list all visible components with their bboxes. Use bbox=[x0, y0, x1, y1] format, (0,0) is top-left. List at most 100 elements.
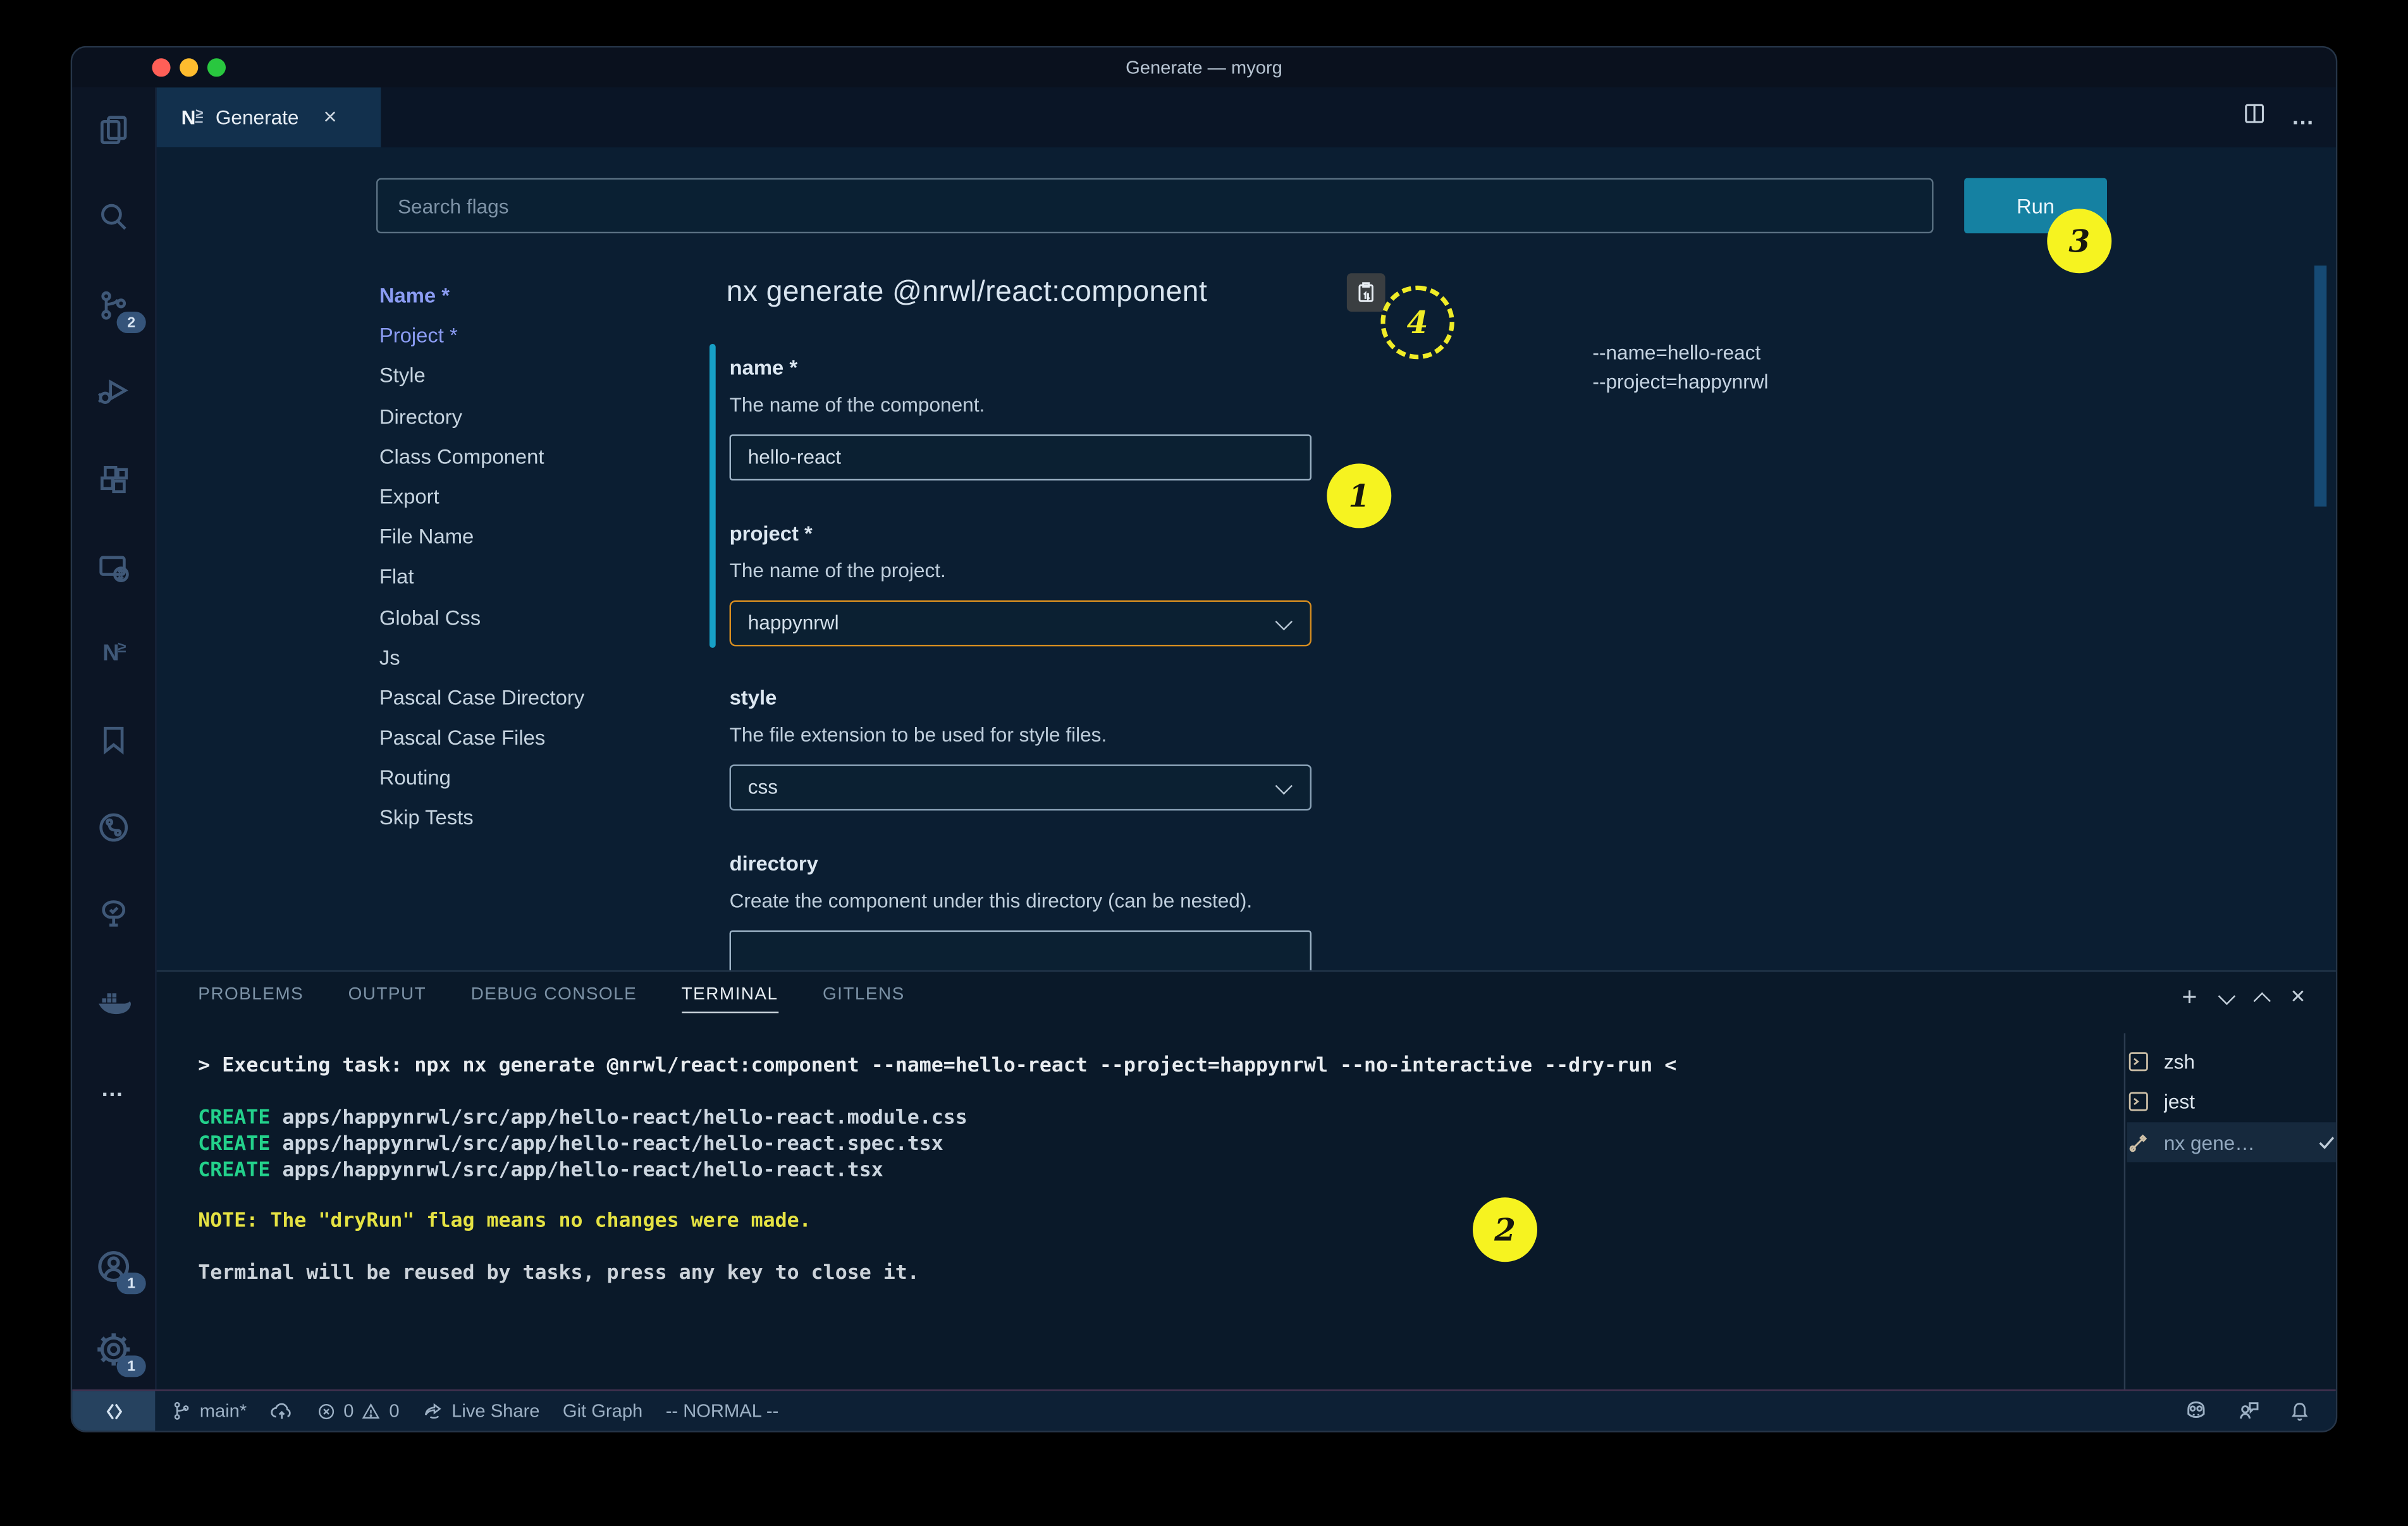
feedback-icon[interactable] bbox=[2236, 1398, 2261, 1423]
nav-item-project[interactable]: Project * bbox=[379, 317, 584, 357]
tab-terminal[interactable]: TERMINAL bbox=[682, 986, 778, 1013]
problems-status[interactable]: 0 0 bbox=[316, 1400, 400, 1422]
nav-item-file-name[interactable]: File Name bbox=[379, 518, 584, 558]
terminal-create-line: CREATE apps/happynrwl/src/app/hello-reac… bbox=[198, 1133, 943, 1156]
sync-status[interactable] bbox=[270, 1400, 293, 1422]
nav-item-pascal-case-directory[interactable]: Pascal Case Directory bbox=[379, 678, 584, 719]
more-views-icon[interactable]: … bbox=[92, 1067, 135, 1110]
flag-project: --project=happynrwl bbox=[1592, 367, 1768, 396]
warning-count: 0 bbox=[389, 1400, 399, 1422]
git-graph-icon[interactable] bbox=[92, 806, 135, 849]
bell-icon[interactable] bbox=[2288, 1400, 2311, 1422]
nav-item-routing[interactable]: Routing bbox=[379, 759, 584, 799]
remote-indicator[interactable] bbox=[72, 1391, 155, 1431]
tab-label: Generate bbox=[216, 106, 299, 129]
terminal-reuse-line: Terminal will be reused by tasks, press … bbox=[198, 1262, 919, 1285]
create-path bbox=[270, 1159, 282, 1182]
nx-tab-icon: N≥ bbox=[181, 106, 204, 129]
settings-gear-icon[interactable]: 1 bbox=[92, 1328, 135, 1371]
live-share-status[interactable]: Live Share bbox=[422, 1400, 539, 1422]
annotation-circle-1: 1 bbox=[1327, 463, 1391, 528]
more-actions-icon[interactable]: … bbox=[2291, 104, 2317, 130]
nav-item-style[interactable]: Style bbox=[379, 357, 584, 397]
search-icon[interactable] bbox=[92, 195, 135, 238]
tab-debug-console[interactable]: DEBUG CONSOLE bbox=[471, 986, 637, 1013]
branch-status[interactable]: main* bbox=[171, 1400, 247, 1422]
name-description: The name of the component. bbox=[730, 393, 985, 416]
terminal-list-item-zsh[interactable]: zsh bbox=[2127, 1042, 2338, 1081]
nav-item-name[interactable]: Name * bbox=[379, 276, 584, 317]
terminal-item-label: nx gene… bbox=[2164, 1131, 2302, 1154]
terminal-dropdown-icon[interactable] bbox=[2218, 987, 2235, 1004]
remote-explorer-icon[interactable] bbox=[92, 547, 135, 590]
active-field-indicator bbox=[710, 344, 716, 648]
git-graph-label: Git Graph bbox=[563, 1400, 642, 1422]
nav-item-directory[interactable]: Directory bbox=[379, 397, 584, 437]
project-select[interactable]: happynrwl bbox=[730, 601, 1312, 647]
vscode-window: Generate — myorg 2 N≥ bbox=[71, 46, 2338, 1432]
create-action: CREATE bbox=[198, 1133, 270, 1156]
terminal-list-item-nx-generate[interactable]: nx gene… bbox=[2127, 1122, 2338, 1162]
nx-console-icon[interactable]: N≥ bbox=[92, 631, 135, 674]
new-terminal-icon[interactable]: + bbox=[2182, 982, 2197, 1013]
accounts-badge: 1 bbox=[117, 1273, 146, 1294]
nav-item-flat[interactable]: Flat bbox=[379, 558, 584, 598]
editor-actions: … bbox=[2242, 87, 2318, 147]
create-action: CREATE bbox=[198, 1159, 270, 1182]
copy-command-button[interactable] bbox=[1347, 273, 1385, 312]
terminal-output: > Executing task: npx nx generate @nrwl/… bbox=[198, 972, 294, 1156]
nav-item-js[interactable]: Js bbox=[379, 638, 584, 679]
terminal-icon bbox=[2127, 1090, 2150, 1113]
project-description: The name of the project. bbox=[730, 559, 946, 582]
terminal-executing-line: > Executing task: npx nx generate @nrwl/… bbox=[198, 1054, 1676, 1077]
maximize-panel-icon[interactable] bbox=[2253, 992, 2270, 1010]
chevron-down-icon bbox=[1275, 778, 1293, 795]
name-label: name * bbox=[730, 356, 798, 379]
copilot-icon[interactable] bbox=[2184, 1398, 2208, 1423]
tab-output[interactable]: OUTPUT bbox=[348, 986, 427, 1013]
terminal-icon bbox=[2127, 1050, 2150, 1073]
tab-close-icon[interactable]: × bbox=[323, 104, 336, 130]
close-panel-icon[interactable]: × bbox=[2291, 984, 2306, 1012]
nav-item-class-component[interactable]: Class Component bbox=[379, 437, 584, 478]
panel-actions: + × bbox=[2182, 982, 2305, 1013]
terminal-item-label: zsh bbox=[2164, 1050, 2337, 1073]
create-path: apps/happynrwl/src/app/hello-react/hello… bbox=[282, 1107, 967, 1130]
terminal-note-line: NOTE: The "dryRun" flag means no changes… bbox=[198, 1210, 811, 1233]
docker-icon[interactable] bbox=[92, 981, 135, 1024]
branch-icon bbox=[171, 1400, 192, 1422]
bottom-panel: PROBLEMS OUTPUT DEBUG CONSOLE TERMINAL G… bbox=[157, 970, 2338, 1393]
split-editor-icon[interactable] bbox=[2242, 101, 2267, 133]
nav-item-pascal-case-files[interactable]: Pascal Case Files bbox=[379, 719, 584, 759]
tab-gitlens[interactable]: GITLENS bbox=[823, 986, 905, 1013]
directory-input[interactable] bbox=[730, 931, 1312, 970]
explorer-icon[interactable] bbox=[92, 107, 135, 150]
test-tree-icon[interactable] bbox=[92, 892, 135, 935]
git-graph-status[interactable]: Git Graph bbox=[563, 1400, 642, 1422]
run-debug-icon[interactable] bbox=[92, 370, 135, 413]
accounts-icon[interactable]: 1 bbox=[92, 1245, 135, 1288]
terminal-sidebar-divider[interactable] bbox=[2124, 1033, 2125, 1392]
bookmarks-icon[interactable] bbox=[92, 719, 135, 762]
nav-item-global-css[interactable]: Global Css bbox=[379, 598, 584, 638]
editor-scrollbar[interactable] bbox=[2314, 266, 2326, 506]
nav-item-export[interactable]: Export bbox=[379, 477, 584, 518]
name-input[interactable]: hello-react bbox=[730, 434, 1312, 480]
search-input[interactable] bbox=[376, 178, 1934, 233]
source-control-badge: 2 bbox=[117, 312, 146, 333]
nav-item-skip-tests[interactable]: Skip Tests bbox=[379, 799, 584, 839]
project-label: project * bbox=[730, 522, 813, 545]
panel-tabs: PROBLEMS OUTPUT DEBUG CONSOLE TERMINAL G… bbox=[198, 986, 904, 1013]
activity-bar: 2 N≥ … 1 bbox=[72, 87, 157, 1392]
source-control-icon[interactable]: 2 bbox=[92, 284, 135, 327]
tab-generate[interactable]: N≥ Generate × bbox=[157, 87, 381, 147]
status-bar: main* 0 0 Live Share Git Graph -- NORMAL… bbox=[72, 1389, 2336, 1431]
vim-mode-label: -- NORMAL -- bbox=[666, 1400, 779, 1422]
terminal-create-line: CREATE apps/happynrwl/src/app/hello-reac… bbox=[198, 1107, 968, 1130]
extensions-icon[interactable] bbox=[92, 458, 135, 501]
form-nav: Name * Project * Style Directory Class C… bbox=[379, 276, 584, 839]
warning-icon bbox=[362, 1401, 382, 1421]
style-select[interactable]: css bbox=[730, 764, 1312, 810]
terminal-list-item-jest[interactable]: jest bbox=[2127, 1082, 2338, 1121]
directory-label: directory bbox=[730, 852, 818, 875]
